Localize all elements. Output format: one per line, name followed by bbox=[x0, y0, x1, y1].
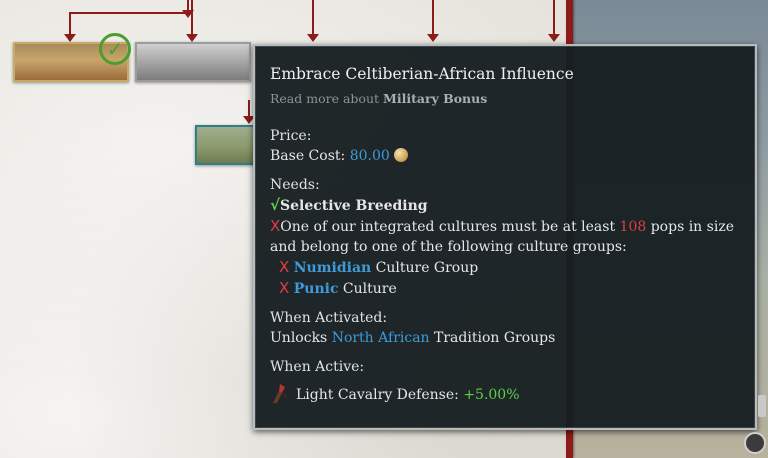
tree-arrow bbox=[548, 0, 560, 42]
when-active-label: When Active: bbox=[270, 359, 365, 375]
cross-icon: X bbox=[279, 258, 290, 276]
tradition-card-hovered[interactable] bbox=[195, 125, 255, 165]
base-cost-value: 80.00 bbox=[349, 148, 390, 164]
effect-name: Light Cavalry Defense: bbox=[296, 387, 459, 403]
needs-label: Needs: bbox=[270, 177, 320, 193]
checkmark-icon: √ bbox=[270, 196, 281, 214]
map-button-icon[interactable] bbox=[744, 432, 766, 454]
requirement-unmet: XOne of our integrated cultures must be … bbox=[270, 216, 741, 257]
unlocks-suffix: Tradition Groups bbox=[434, 330, 556, 346]
cross-icon: X bbox=[270, 217, 281, 235]
effect-value: +5.00% bbox=[463, 387, 520, 403]
read-more-topic[interactable]: Military Bonus bbox=[383, 91, 487, 106]
cavalry-icon bbox=[273, 384, 287, 403]
battlefield-illustration bbox=[197, 127, 253, 163]
gold-coin-icon bbox=[393, 148, 408, 162]
base-cost-row: Base Cost: 80.00 bbox=[270, 146, 741, 166]
price-label: Price: bbox=[270, 128, 312, 144]
tooltip-title: Embrace Celtiberian-African Influence bbox=[270, 65, 574, 83]
tree-arrow bbox=[427, 0, 439, 42]
tree-arrow bbox=[64, 12, 76, 42]
map-scroll-handle[interactable] bbox=[758, 395, 766, 417]
read-more-prefix: Read more about bbox=[270, 91, 380, 106]
sub-requirement-numidian: X Numidian Culture Group bbox=[270, 257, 741, 278]
base-cost-label: Base Cost: bbox=[270, 148, 346, 164]
check-badge-icon: ✓ bbox=[99, 33, 131, 65]
tree-arrow bbox=[307, 0, 319, 42]
tradition-tooltip: Embrace Celtiberian-African Influence Re… bbox=[253, 44, 757, 430]
cavalry-illustration bbox=[137, 44, 249, 80]
tree-connector bbox=[70, 12, 188, 14]
read-more-link[interactable]: Read more about Military Bonus bbox=[270, 89, 741, 109]
requirement-pop-count: 108 bbox=[619, 219, 647, 235]
sub-requirement-suffix: Culture Group bbox=[375, 260, 479, 276]
tree-arrow bbox=[186, 0, 198, 42]
requirement-text-1: One of our integrated cultures must be a… bbox=[280, 219, 616, 235]
sub-requirement-suffix: Culture bbox=[342, 281, 397, 297]
tree-arrow bbox=[182, 0, 194, 18]
tree-arrow bbox=[243, 100, 255, 124]
cross-icon: X bbox=[279, 279, 290, 297]
requirement-met: √Selective Breeding bbox=[270, 195, 741, 216]
when-activated-label: When Activated: bbox=[270, 310, 388, 326]
tradition-card-available[interactable] bbox=[135, 42, 251, 82]
unlocks-prefix: Unlocks bbox=[270, 330, 328, 346]
effect-row: Light Cavalry Defense: +5.00% bbox=[270, 381, 741, 405]
culture-link-punic[interactable]: Punic bbox=[294, 281, 339, 297]
requirement-met-name[interactable]: Selective Breeding bbox=[280, 198, 428, 214]
unlocks-row: Unlocks North African Tradition Groups bbox=[270, 328, 741, 348]
sub-requirement-punic: X Punic Culture bbox=[270, 278, 741, 299]
culture-link-numidian[interactable]: Numidian bbox=[294, 260, 371, 276]
unlocks-link[interactable]: North African bbox=[332, 330, 430, 346]
